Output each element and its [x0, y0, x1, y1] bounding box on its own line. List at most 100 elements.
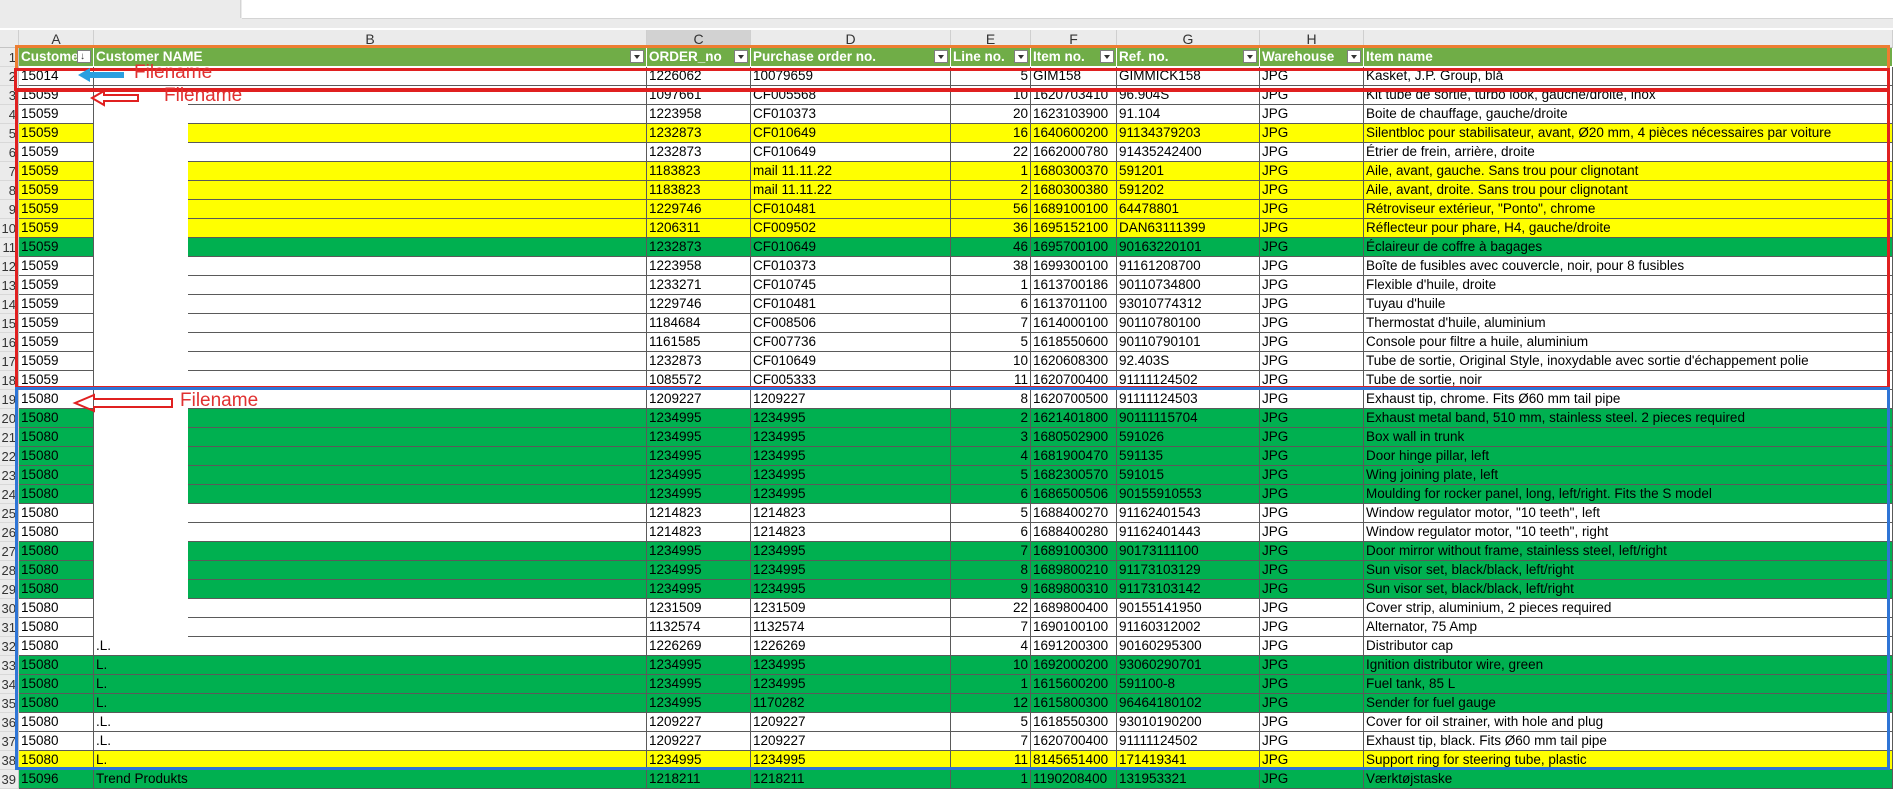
cell-ref-no[interactable]: 591202: [1117, 181, 1260, 200]
cell-item-name[interactable]: Rétroviseur extérieur, "Ponto", chrome: [1364, 200, 1893, 219]
cell-item-no[interactable]: 1686500506: [1031, 485, 1117, 504]
cell-customer[interactable]: 15059: [19, 371, 94, 390]
cell-customer[interactable]: 15080: [19, 599, 94, 618]
row-number[interactable]: 20: [0, 409, 19, 428]
row-number[interactable]: 11: [0, 238, 19, 257]
cell-purchase-order[interactable]: 1234995: [751, 656, 951, 675]
cell-order-no[interactable]: 1234995: [647, 428, 751, 447]
filter-dropdown-icon[interactable]: [734, 50, 748, 63]
cell-item-no[interactable]: 1689100100: [1031, 200, 1117, 219]
cell-order-no[interactable]: 1214823: [647, 504, 751, 523]
cell-customer-name[interactable]: .L.: [94, 713, 647, 732]
cell-purchase-order[interactable]: 1231509: [751, 599, 951, 618]
cell-ref-no[interactable]: 91173103142: [1117, 580, 1260, 599]
cell-item-name[interactable]: Kasket, J.P. Group, blå: [1364, 67, 1893, 86]
cell-warehouse[interactable]: JPG: [1260, 105, 1364, 124]
cell-item-no[interactable]: 1689100300: [1031, 542, 1117, 561]
cell-ref-no[interactable]: 591201: [1117, 162, 1260, 181]
cell-ref-no[interactable]: 91134379203: [1117, 124, 1260, 143]
cell-order-no[interactable]: 1229746: [647, 295, 751, 314]
cell-line-no[interactable]: 1: [951, 162, 1031, 181]
cell-item-no[interactable]: GIM158: [1031, 67, 1117, 86]
cell-ref-no[interactable]: 91160312002: [1117, 618, 1260, 637]
cell-item-no[interactable]: 1620700500: [1031, 390, 1117, 409]
cell-customer[interactable]: 15080: [19, 523, 94, 542]
cell-item-no[interactable]: 1614000100: [1031, 314, 1117, 333]
cell-warehouse[interactable]: JPG: [1260, 751, 1364, 770]
row-number[interactable]: 12: [0, 257, 19, 276]
cell-warehouse[interactable]: JPG: [1260, 618, 1364, 637]
row-number[interactable]: 9: [0, 200, 19, 219]
cell-item-name[interactable]: Window regulator motor, "10 teeth", righ…: [1364, 523, 1893, 542]
cell-warehouse[interactable]: JPG: [1260, 694, 1364, 713]
cell-customer[interactable]: 15059: [19, 238, 94, 257]
header-item-name[interactable]: Item name: [1364, 48, 1893, 67]
cell-ref-no[interactable]: 591100-8: [1117, 675, 1260, 694]
column-header-i[interactable]: [1364, 30, 1893, 48]
cell-ref-no[interactable]: 90110790101: [1117, 333, 1260, 352]
cell-item-no[interactable]: 1695700100: [1031, 238, 1117, 257]
cell-order-no[interactable]: 1161585: [647, 333, 751, 352]
cell-order-no[interactable]: 1226062: [647, 67, 751, 86]
cell-item-name[interactable]: Réflecteur pour phare, H4, gauche/droite: [1364, 219, 1893, 238]
cell-line-no[interactable]: 7: [951, 618, 1031, 637]
cell-item-name[interactable]: Boîte de fusibles avec couvercle, noir, …: [1364, 257, 1893, 276]
cell-item-name[interactable]: Door hinge pillar, left: [1364, 447, 1893, 466]
header-order-no[interactable]: ORDER_no: [647, 48, 751, 67]
row-number[interactable]: 28: [0, 561, 19, 580]
cell-line-no[interactable]: 6: [951, 485, 1031, 504]
cell-item-name[interactable]: Ignition distributor wire, green: [1364, 656, 1893, 675]
cell-warehouse[interactable]: JPG: [1260, 143, 1364, 162]
cell-ref-no[interactable]: DAN63111399: [1117, 219, 1260, 238]
cell-item-no[interactable]: 1615800300: [1031, 694, 1117, 713]
cell-order-no[interactable]: 1234995: [647, 485, 751, 504]
row-number[interactable]: 32: [0, 637, 19, 656]
cell-line-no[interactable]: 3: [951, 428, 1031, 447]
cell-order-no[interactable]: 1223958: [647, 105, 751, 124]
cell-ref-no[interactable]: 64478801: [1117, 200, 1260, 219]
cell-order-no[interactable]: 1234995: [647, 447, 751, 466]
cell-line-no[interactable]: 5: [951, 713, 1031, 732]
cell-purchase-order[interactable]: 1234995: [751, 675, 951, 694]
cell-customer-name[interactable]: L.: [94, 656, 647, 675]
cell-order-no[interactable]: 1234995: [647, 694, 751, 713]
cell-item-no[interactable]: 1613701100: [1031, 295, 1117, 314]
cell-item-no[interactable]: 1691200300: [1031, 637, 1117, 656]
cell-line-no[interactable]: 20: [951, 105, 1031, 124]
cell-item-no[interactable]: 1621401800: [1031, 409, 1117, 428]
cell-purchase-order[interactable]: mail 11.11.22: [751, 162, 951, 181]
cell-order-no[interactable]: 1097661: [647, 86, 751, 105]
cell-order-no[interactable]: 1209227: [647, 390, 751, 409]
cell-order-no[interactable]: 1232873: [647, 352, 751, 371]
cell-purchase-order[interactable]: CF010373: [751, 257, 951, 276]
cell-order-no[interactable]: 1226269: [647, 637, 751, 656]
cell-ref-no[interactable]: 91162401543: [1117, 504, 1260, 523]
cell-item-name[interactable]: Flexible d'huile, droite: [1364, 276, 1893, 295]
cell-purchase-order[interactable]: 1209227: [751, 713, 951, 732]
cell-line-no[interactable]: 7: [951, 732, 1031, 751]
row-number[interactable]: 26: [0, 523, 19, 542]
cell-item-name[interactable]: Exhaust tip, black. Fits Ø60 mm tail pip…: [1364, 732, 1893, 751]
cell-purchase-order[interactable]: CF010481: [751, 200, 951, 219]
cell-item-name[interactable]: Aile, avant, gauche. Sans trou pour clig…: [1364, 162, 1893, 181]
column-header-e[interactable]: E: [951, 30, 1031, 48]
cell-warehouse[interactable]: JPG: [1260, 409, 1364, 428]
cell-line-no[interactable]: 1: [951, 276, 1031, 295]
cell-order-no[interactable]: 1234995: [647, 751, 751, 770]
row-number[interactable]: 2: [0, 67, 19, 86]
cell-item-name[interactable]: Console pour filtre a huile, aluminium: [1364, 333, 1893, 352]
cell-item-name[interactable]: Fuel tank, 85 L: [1364, 675, 1893, 694]
filter-sort-icon[interactable]: [77, 48, 91, 66]
column-header-a[interactable]: A: [19, 30, 94, 48]
cell-ref-no[interactable]: 91161208700: [1117, 257, 1260, 276]
cell-item-name[interactable]: Distributor cap: [1364, 637, 1893, 656]
cell-customer[interactable]: 15059: [19, 276, 94, 295]
cell-item-no[interactable]: 1680300380: [1031, 181, 1117, 200]
cell-customer[interactable]: 15080: [19, 504, 94, 523]
cell-warehouse[interactable]: JPG: [1260, 599, 1364, 618]
cell-ref-no[interactable]: 591135: [1117, 447, 1260, 466]
cell-warehouse[interactable]: JPG: [1260, 485, 1364, 504]
cell-item-no[interactable]: 1682300570: [1031, 466, 1117, 485]
cell-line-no[interactable]: 2: [951, 409, 1031, 428]
cell-line-no[interactable]: 56: [951, 200, 1031, 219]
